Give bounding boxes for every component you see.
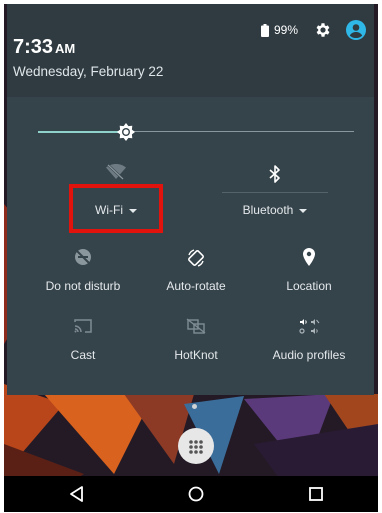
tile-location-label: Location — [286, 279, 332, 293]
brightness-slider[interactable] — [38, 122, 354, 142]
brightness-thumb-icon[interactable] — [116, 122, 136, 142]
clock-time: 7:33 — [13, 36, 54, 58]
recents-icon[interactable] — [306, 484, 326, 504]
bluetooth-icon — [269, 165, 280, 183]
location-pin-icon — [303, 248, 315, 266]
do-not-disturb-icon — [75, 249, 91, 265]
tile-auto-rotate[interactable]: Auto-rotate — [146, 248, 246, 293]
audio-profiles-icon — [299, 319, 320, 334]
home-icon[interactable] — [186, 484, 206, 504]
brightness-track-fill — [38, 131, 126, 133]
brightness-track — [126, 131, 354, 132]
tile-do-not-disturb[interactable]: Do not disturb — [33, 248, 133, 293]
back-icon[interactable] — [67, 484, 87, 504]
page-indicator — [192, 404, 197, 409]
tile-cast[interactable]: Cast — [33, 318, 133, 362]
hotknot-icon — [186, 318, 206, 334]
navigation-bar — [4, 476, 378, 512]
tile-hotknot[interactable]: HotKnot — [146, 318, 246, 362]
tile-bluetooth-label: Bluetooth — [242, 203, 294, 217]
tile-hotknot-label: HotKnot — [174, 348, 218, 362]
highlight-box — [69, 184, 163, 233]
app-drawer-button[interactable] — [178, 428, 214, 464]
chevron-down-icon — [299, 208, 308, 213]
bluetooth-divider — [222, 192, 328, 193]
app-drawer-icon — [189, 440, 203, 454]
battery-icon — [260, 23, 269, 37]
clock: 7:33 AM — [13, 36, 75, 59]
tile-cast-label: Cast — [70, 348, 96, 362]
tile-audio-profiles[interactable]: Audio profiles — [259, 318, 359, 362]
tile-audio-label: Audio profiles — [272, 348, 346, 362]
tile-location[interactable]: Location — [259, 248, 359, 293]
wifi-off-icon — [106, 164, 126, 180]
tile-autorotate-label: Auto-rotate — [166, 279, 226, 293]
battery-percent[interactable]: 99% — [274, 23, 298, 37]
tile-wifi[interactable] — [66, 164, 166, 180]
user-avatar-icon[interactable] — [346, 20, 366, 40]
tile-dnd-label: Do not disturb — [45, 279, 121, 293]
tile-bluetooth-label-row[interactable]: Bluetooth — [222, 203, 328, 217]
gear-icon[interactable] — [314, 21, 332, 39]
status-icons: 99% — [260, 20, 366, 40]
date-label[interactable]: Wednesday, February 22 — [13, 64, 163, 79]
clock-ampm: AM — [55, 41, 76, 56]
tile-bluetooth[interactable] — [222, 165, 328, 183]
cast-icon — [74, 319, 92, 333]
auto-rotate-icon — [188, 249, 204, 267]
